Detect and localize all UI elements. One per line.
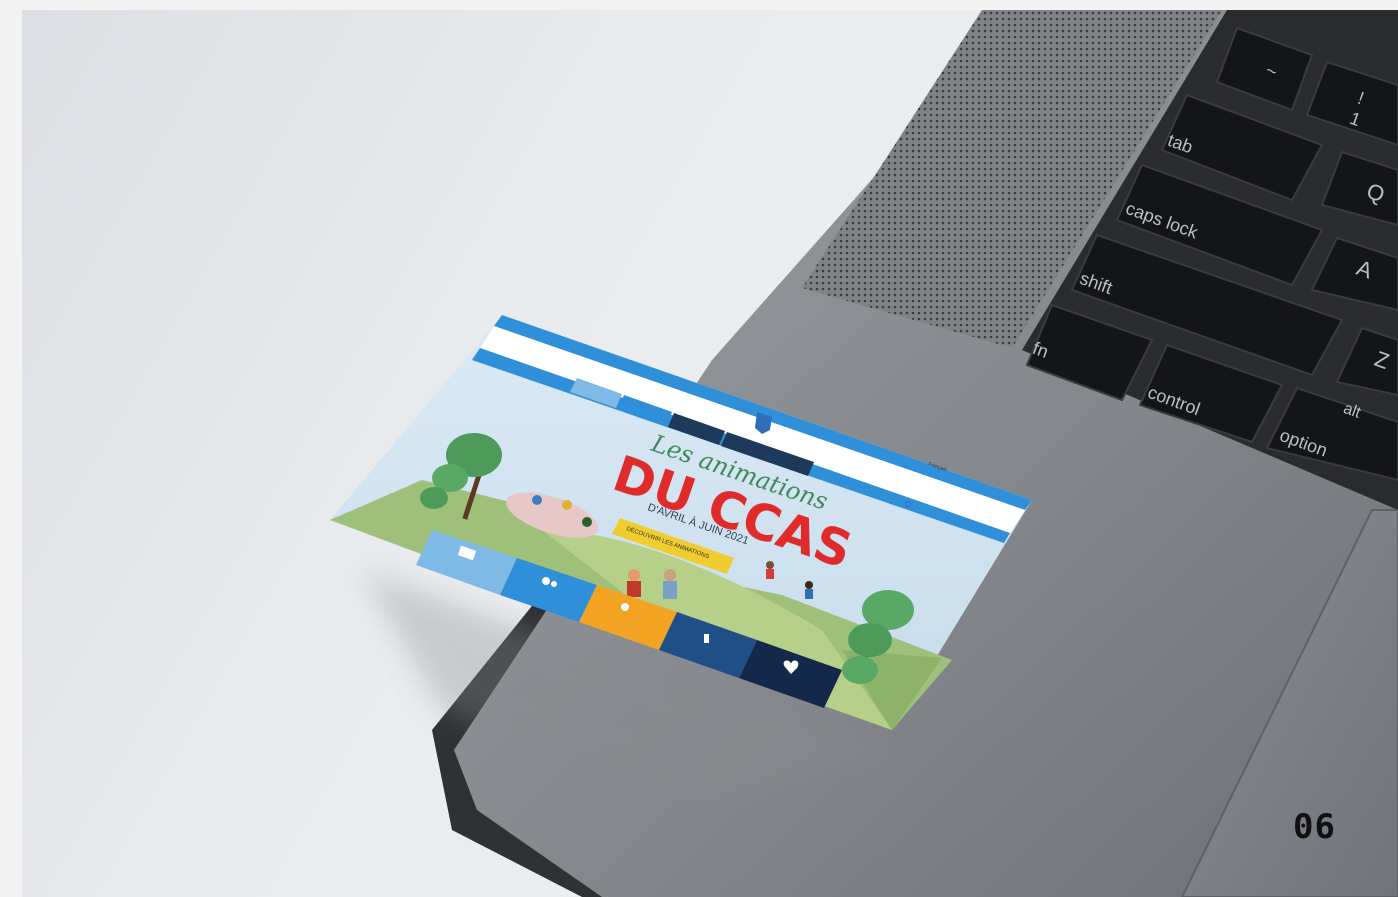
page-number: 06 — [1293, 807, 1336, 847]
mockup-scene: ~ ! 1 tab Q caps lock A shift Z fn contr… — [22, 10, 1398, 897]
website-card: Les animations DU CCAS D'AVRIL À JUIN 20… — [330, 315, 1032, 800]
